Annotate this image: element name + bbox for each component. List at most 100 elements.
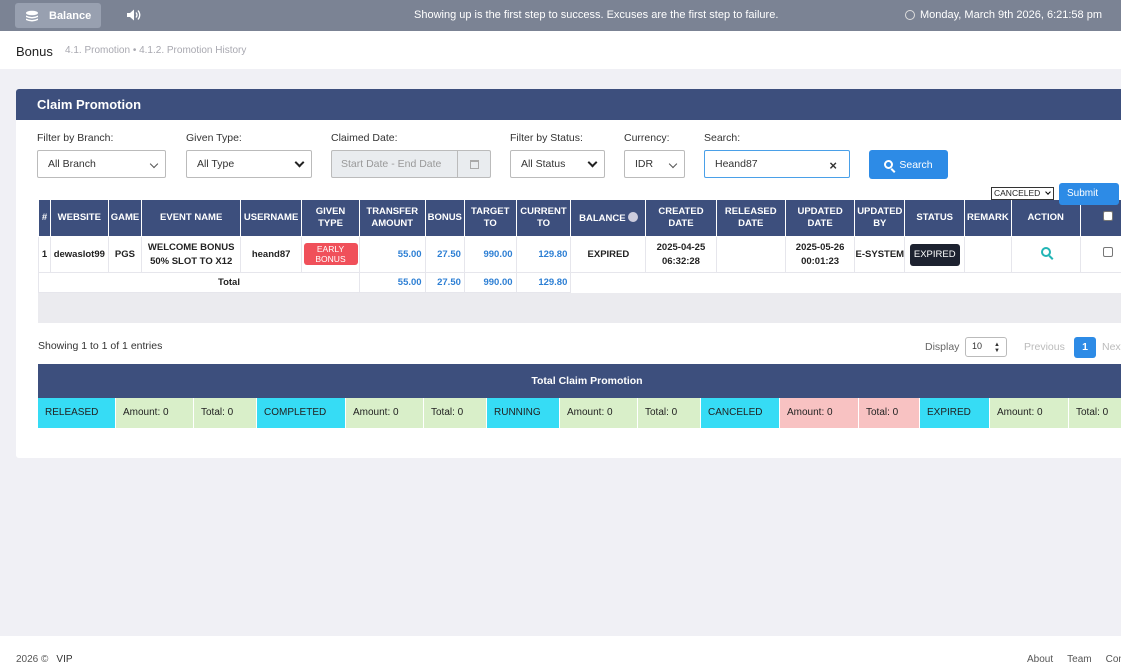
chevron-down-icon xyxy=(294,157,305,168)
status-badge: EXPIRED xyxy=(909,243,960,266)
status-value: All Status xyxy=(521,158,566,170)
col-target-to: TARGET TO xyxy=(463,199,517,237)
col-no: # xyxy=(38,199,51,237)
col-balance-label: BALANCE xyxy=(579,212,626,224)
cell-remark xyxy=(964,236,1012,273)
footer-link-about[interactable]: About xyxy=(1027,654,1053,665)
balance-button[interactable]: Balance xyxy=(15,3,101,28)
cell-event-name: WELCOME BONUS 50% SLOT TO X12 xyxy=(141,236,242,273)
cell-website: dewaslot99 xyxy=(49,236,109,273)
row-checkbox[interactable] xyxy=(1102,247,1113,257)
breadcrumb: Bonus 4.1. Promotion • 4.1.2. Promotion … xyxy=(0,31,1121,69)
clock-icon xyxy=(904,10,915,20)
page-size-select[interactable]: 10 ▲ ▼ xyxy=(965,337,1007,357)
summary-cell: Amount: 0 xyxy=(990,398,1069,428)
card-title: Claim Promotion xyxy=(16,89,1121,120)
cell-balance: EXPIRED xyxy=(570,236,647,273)
page-size-value: 10 xyxy=(972,341,983,351)
datetime: Monday, March 9th 2026, 6:21:58 pm xyxy=(904,9,1102,21)
cell-transfer-amount: 55.00 xyxy=(358,236,426,273)
calendar-button[interactable] xyxy=(457,151,490,177)
cell-target-to: 990.00 xyxy=(463,236,517,273)
breadcrumb-path[interactable]: 4.1. Promotion • 4.1.2. Promotion Histor… xyxy=(65,45,246,56)
total-label: Total xyxy=(38,272,360,293)
cell-select xyxy=(1079,236,1121,273)
bulk-status-select[interactable]: CANCELED xyxy=(991,187,1054,200)
col-remark: REMARK xyxy=(964,199,1012,237)
submit-button[interactable]: Submit xyxy=(1059,183,1119,205)
cell-status: EXPIRED xyxy=(904,236,966,273)
summary-cell: Total: 0 xyxy=(194,398,257,428)
summary-cell: Amount: 0 xyxy=(346,398,424,428)
cell-released-date xyxy=(715,236,786,273)
footer-links: About Team Contact xyxy=(1027,654,1121,665)
cell-updated-date: 2025-05-26 00:01:23 xyxy=(784,236,856,273)
display-label: Display xyxy=(925,341,960,353)
promotion-table: # WEBSITE GAME EVENT NAME USERNAME GIVEN… xyxy=(38,199,1121,323)
entries-info: Showing 1 to 1 of 1 entries xyxy=(38,340,163,352)
calendar-icon xyxy=(469,159,479,169)
search-button-label: Search xyxy=(899,158,933,171)
page-title: Bonus xyxy=(16,44,53,59)
footer: 2026 © VIP About Team Contact xyxy=(0,636,1121,669)
summary-cell: Total: 0 xyxy=(1069,398,1121,428)
cell-created-date: 2025-04-25 06:32:28 xyxy=(645,236,717,273)
page-1-button[interactable]: 1 xyxy=(1074,337,1096,358)
col-balance: BALANCE xyxy=(570,199,647,237)
type-select[interactable]: All Type xyxy=(186,150,312,178)
search-label: Search: xyxy=(704,132,741,144)
search-button[interactable]: Search xyxy=(869,150,948,179)
refresh-icon[interactable] xyxy=(627,211,638,222)
speaker-icon[interactable] xyxy=(126,8,142,22)
chevron-down-icon xyxy=(668,159,678,169)
summary-cell: RELEASED xyxy=(38,398,116,428)
copyright-text: 2026 © xyxy=(16,654,49,665)
updown-icon: ▲ ▼ xyxy=(994,342,1000,354)
motto-text: Showing up is the first step to success.… xyxy=(414,9,779,21)
type-label: Given Type: xyxy=(186,132,242,144)
claim-promotion-card: Claim Promotion Filter by Branch: All Br… xyxy=(16,89,1121,458)
col-current-to: CURRENT TO xyxy=(515,199,572,237)
col-transfer-amount: TRANSFER AMOUNT xyxy=(358,199,426,237)
footer-link-contact[interactable]: Contact xyxy=(1106,654,1121,665)
search-icon xyxy=(884,160,894,169)
summary-cell: Amount: 0 xyxy=(560,398,638,428)
branch-label: Filter by Branch: xyxy=(37,132,114,144)
summary-title: Total Claim Promotion xyxy=(38,364,1121,398)
select-all-checkbox[interactable] xyxy=(1102,211,1113,221)
col-action: ACTION xyxy=(1010,199,1081,237)
footer-copyright: 2026 © VIP xyxy=(16,654,73,665)
total-transfer-amount: 55.00 xyxy=(358,272,426,293)
next-button[interactable]: Next xyxy=(1102,341,1121,353)
branch-select[interactable]: All Branch xyxy=(37,150,166,178)
status-select[interactable]: All Status xyxy=(510,150,605,178)
brand-link[interactable]: VIP xyxy=(56,654,72,665)
view-detail-icon[interactable] xyxy=(1040,247,1051,257)
date-placeholder: Start Date - End Date xyxy=(341,158,442,170)
col-given-type: GIVEN TYPE xyxy=(301,199,360,237)
currency-value: IDR xyxy=(635,158,654,170)
given-type-badge: EARLY BONUS xyxy=(303,242,358,265)
summary-cell: COMPLETED xyxy=(257,398,346,428)
total-bonus: 27.50 xyxy=(424,272,465,293)
previous-button[interactable]: Previous xyxy=(1024,341,1065,353)
footer-link-team[interactable]: Team xyxy=(1067,654,1091,665)
summary-cell: Amount: 0 xyxy=(116,398,194,428)
currency-select[interactable]: IDR xyxy=(624,150,685,178)
cell-updated-by: E-SYSTEM xyxy=(854,236,906,273)
branch-value: All Branch xyxy=(48,158,96,170)
col-updated-by: UPDATED BY xyxy=(854,199,906,237)
col-released-date: RELEASED DATE xyxy=(715,199,786,237)
date-range-input[interactable]: Start Date - End Date xyxy=(331,150,491,178)
total-target-to: 990.00 xyxy=(463,272,517,293)
search-input[interactable]: Heand87 × xyxy=(704,150,850,178)
col-status: STATUS xyxy=(904,199,966,237)
chevron-down-icon xyxy=(149,159,159,169)
clear-icon[interactable]: × xyxy=(829,158,837,173)
col-username: USERNAME xyxy=(240,199,303,237)
cell-given-type: EARLY BONUS xyxy=(301,236,360,273)
search-value: Heand87 xyxy=(715,158,758,170)
top-bar: Balance Showing up is the first step to … xyxy=(0,0,1121,31)
cell-action xyxy=(1010,236,1081,273)
summary-cell: EXPIRED xyxy=(920,398,990,428)
